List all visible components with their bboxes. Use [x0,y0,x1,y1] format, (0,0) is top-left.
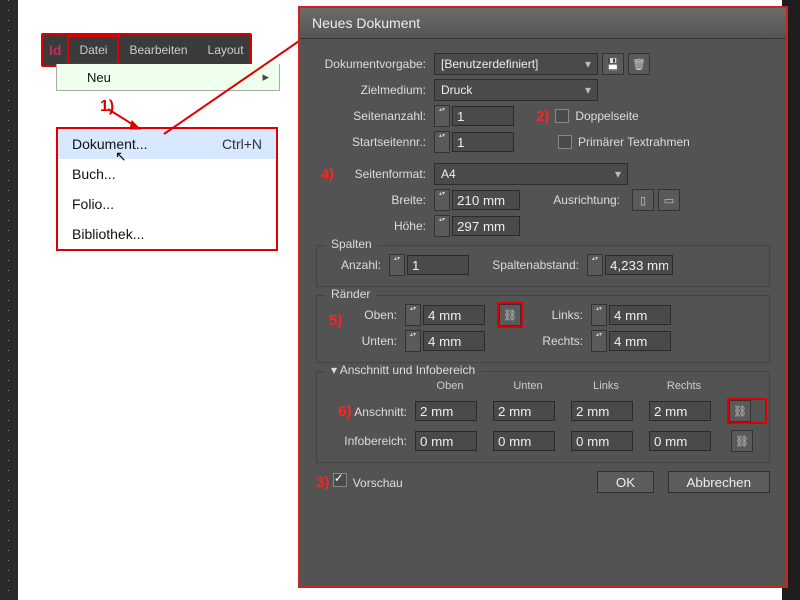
margin-top-spinner[interactable]: ▴▾ [405,304,421,326]
intent-select[interactable]: Druck [434,79,598,101]
bleed-left-input[interactable] [571,401,633,421]
height-spinner[interactable]: ▴▾ [434,215,450,237]
app-logo: Id [43,42,67,58]
width-spinner[interactable]: ▴▾ [434,189,450,211]
preset-select[interactable]: [Benutzerdefiniert] [434,53,598,75]
bleed-top-input[interactable] [415,401,477,421]
orient-label: Ausrichtung: [520,193,628,207]
ok-button[interactable]: OK [597,471,654,493]
facing-checkbox[interactable] [555,109,569,123]
height-label: Höhe: [316,219,434,233]
menu-datei[interactable]: Datei [67,35,119,65]
col-head-right: Rechts [649,380,719,392]
bleed-right-input[interactable] [649,401,711,421]
gutter-spinner[interactable]: ▴▾ [587,254,603,276]
margins-section: Ränder 5) Oben: ▴▾ ⛓ Links: ▴▾ Unten: ▴▾… [316,295,770,363]
annotation-2: 2) [536,108,549,125]
new-document-dialog: Neues Dokument Dokumentvorgabe: [Benutze… [298,6,788,588]
slug-top-input[interactable] [415,431,477,451]
preview-label: Vorschau [353,476,403,490]
gutter-label: Spaltenabstand: [469,258,587,272]
margin-right-label: Rechts: [523,334,591,348]
margin-top-input[interactable] [423,305,485,325]
start-input[interactable] [452,132,514,152]
bleed-section: ▾ Anschnitt und Infobereich Oben Unten L… [316,371,770,463]
menu-neu-label: Neu [87,70,111,85]
delete-preset-icon[interactable]: 🗑 [628,53,650,75]
col-head-top: Oben [415,380,485,392]
col-count-label: Anzahl: [327,258,389,272]
col-count-input[interactable] [407,255,469,275]
width-label: Breite: [316,193,434,207]
start-label: Startseitennr.: [316,135,434,149]
margin-right-input[interactable] [609,331,671,351]
col-head-bottom: Unten [493,380,563,392]
columns-section: Spalten Anzahl: ▴▾ Spaltenabstand: ▴▾ [316,245,770,287]
cancel-button[interactable]: Abbrechen [668,471,770,493]
submenu-bibliothek[interactable]: Bibliothek... [58,219,276,249]
height-input[interactable] [452,216,520,236]
bleed-title-text: Anschnitt und Infobereich [340,363,475,377]
preview-checkbox[interactable] [333,473,347,487]
margins-title: Ränder [325,287,376,301]
arrow-1 [100,105,160,135]
annotation-5: 5) [329,312,342,329]
save-preset-icon[interactable]: 💾 [602,53,624,75]
submenu-buch[interactable]: Buch... [58,159,276,189]
columns-title: Spalten [325,237,378,251]
bleed-title: ▾ Anschnitt und Infobereich [325,363,481,377]
width-input[interactable] [452,190,520,210]
submenu-dokument-label: Dokument... [72,136,147,152]
pages-label: Seitenanzahl: [316,109,434,123]
intent-label: Zielmedium: [316,83,434,97]
gutter-input[interactable] [605,255,673,275]
bleed-bottom-input[interactable] [493,401,555,421]
slug-left-input[interactable] [571,431,633,451]
annotation-4: 4) [316,166,334,183]
pages-input[interactable] [452,106,514,126]
col-head-left: Links [571,380,641,392]
submenu-neu: Dokument...Ctrl+N Buch... Folio... Bibli… [56,127,278,251]
primary-label: Primärer Textrahmen [578,135,690,149]
slug-right-input[interactable] [649,431,711,451]
size-select[interactable]: A4 [434,163,628,185]
preset-label: Dokumentvorgabe: [316,57,434,71]
primary-checkbox[interactable] [558,135,572,149]
pages-spinner[interactable]: ▴▾ [434,105,450,127]
margin-bottom-spinner[interactable]: ▴▾ [405,330,421,352]
margin-bottom-input[interactable] [423,331,485,351]
start-spinner[interactable]: ▴▾ [434,131,450,153]
margin-bottom-label: Unten: [327,334,405,348]
margins-link-icon[interactable]: ⛓ [499,304,521,326]
dialog-title: Neues Dokument [300,8,786,39]
margin-left-input[interactable] [609,305,671,325]
ruler-vertical [0,0,19,600]
slug-bottom-input[interactable] [493,431,555,451]
orient-landscape-icon[interactable]: ▭ [658,189,680,211]
slug-link-icon[interactable]: ⛓ [731,430,753,452]
facing-label: Doppelseite [575,109,638,123]
size-label: Seitenformat: [334,167,434,181]
annotation-3: 3) [316,474,329,491]
annotation-6: 6) [338,403,351,420]
bleed-label: Anschnitt: [354,405,407,419]
margin-right-spinner[interactable]: ▴▾ [591,330,607,352]
margin-left-label: Links: [523,308,591,322]
slug-label: Infobereich: [327,434,407,448]
col-count-spinner[interactable]: ▴▾ [389,254,405,276]
margin-left-spinner[interactable]: ▴▾ [591,304,607,326]
orient-portrait-icon[interactable]: ▯ [632,189,654,211]
submenu-folio[interactable]: Folio... [58,189,276,219]
bleed-link-icon[interactable]: ⛓ [729,400,751,422]
